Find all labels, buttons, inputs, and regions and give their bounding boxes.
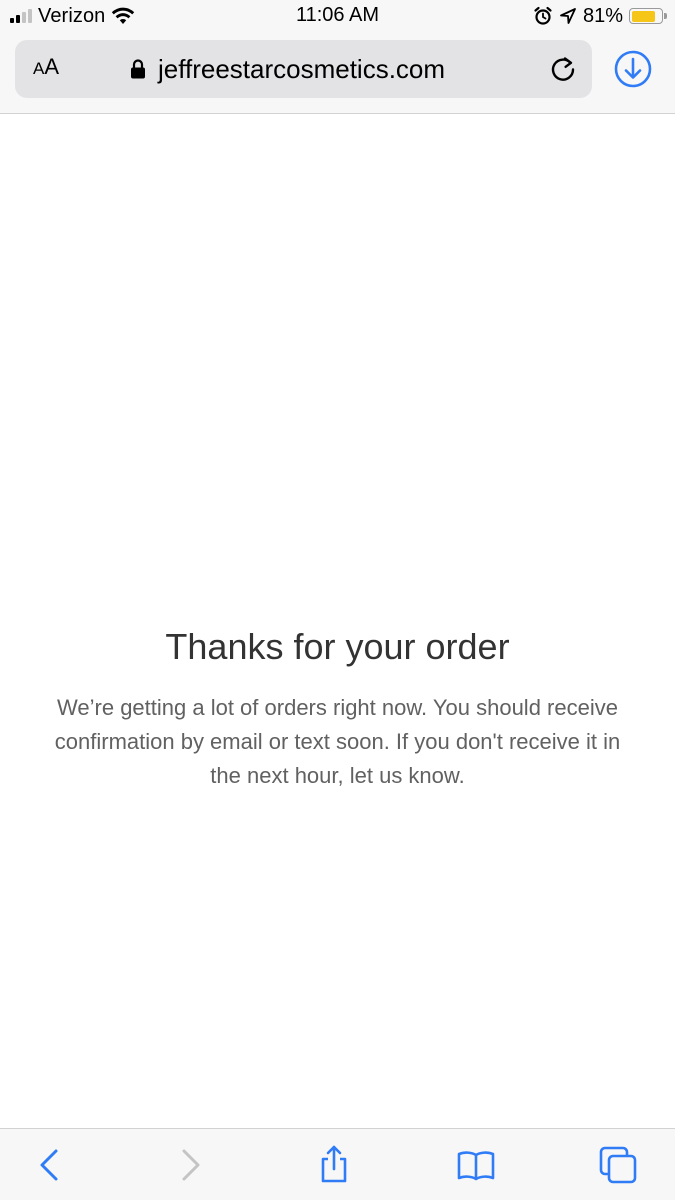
battery-fill — [631, 10, 655, 22]
status-bar: Verizon 11:06 AM 81% — [0, 0, 675, 32]
forward-icon[interactable] — [170, 1145, 210, 1185]
safari-screen: Verizon 11:06 AM 81% AA jeffreestarcosme… — [0, 0, 675, 1200]
battery-percent: 81% — [582, 4, 623, 27]
download-icon[interactable] — [613, 49, 653, 89]
battery-icon — [629, 8, 667, 24]
bottom-toolbar — [0, 1128, 675, 1200]
reload-icon[interactable] — [548, 54, 578, 84]
bookmarks-icon[interactable] — [456, 1145, 496, 1185]
url-text: jeffreestarcosmetics.com — [158, 53, 446, 84]
page-title: Thanks for your order — [165, 626, 510, 667]
status-right: 81% — [533, 4, 667, 28]
address-bar-area: AA jeffreestarcosmetics.com — [0, 32, 675, 114]
lock-icon — [131, 59, 145, 79]
back-icon[interactable] — [30, 1145, 70, 1185]
web-content: Thanks for your order We’re getting a lo… — [0, 114, 675, 1128]
tabs-icon[interactable] — [598, 1145, 638, 1185]
battery-nub — [664, 13, 667, 19]
location-icon — [560, 8, 576, 24]
alarm-icon — [534, 6, 552, 25]
url-display[interactable]: jeffreestarcosmetics.com — [130, 40, 445, 98]
share-icon[interactable] — [314, 1145, 354, 1185]
text-size-button[interactable]: AA — [33, 54, 59, 80]
address-field[interactable]: AA jeffreestarcosmetics.com — [15, 40, 592, 98]
order-message: We’re getting a lot of orders right now.… — [54, 695, 621, 788]
